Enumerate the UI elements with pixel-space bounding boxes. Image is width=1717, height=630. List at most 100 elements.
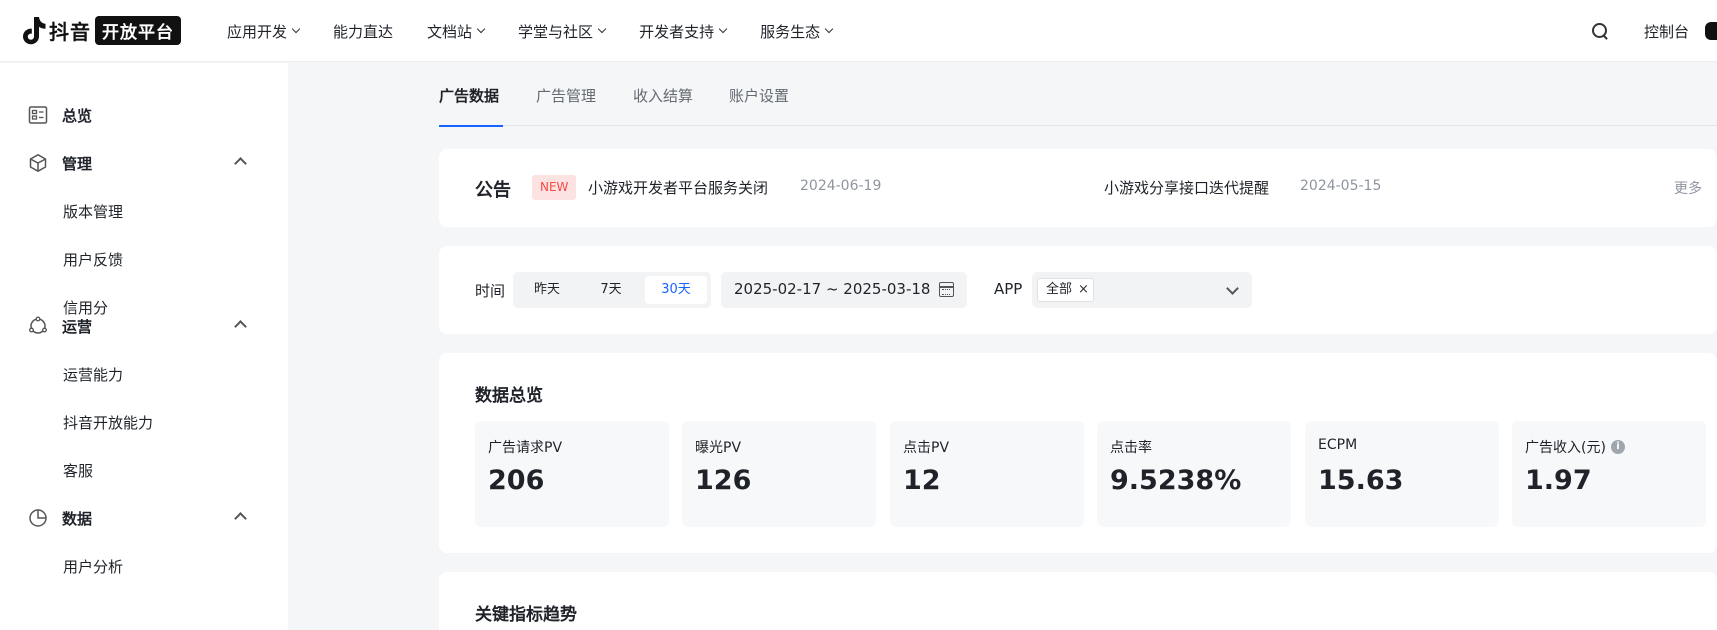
sidebar-item-douyin-open[interactable]: 抖音开放能力 bbox=[0, 398, 288, 446]
brand-badge: 开放平台 bbox=[95, 15, 181, 45]
nav-item-ecosystem[interactable]: 服务生态 bbox=[760, 21, 834, 42]
time-label: 时间 bbox=[475, 282, 506, 300]
main-nav: 应用开发 能力直达 文档站 学堂与社区 开发者支持 服务生态 bbox=[227, 0, 866, 62]
chevron-up-icon[interactable] bbox=[234, 512, 247, 525]
chevron-down-icon bbox=[291, 24, 301, 34]
nav-item-docs[interactable]: 文档站 bbox=[427, 21, 486, 42]
metric-label-with-info: 广告收入(元) i bbox=[1525, 437, 1625, 457]
chevron-up-icon[interactable] bbox=[234, 157, 247, 170]
metric-label: 点击率 bbox=[1110, 440, 1152, 456]
app-tag: 全部 × bbox=[1037, 278, 1094, 302]
calendar-icon bbox=[939, 282, 954, 297]
metric-label: 广告收入(元) bbox=[1525, 440, 1606, 456]
metric-card: ECPM 15.63 bbox=[1305, 421, 1499, 527]
chevron-down-icon bbox=[718, 24, 728, 34]
date-range-picker[interactable]: 2025-02-17 ~ 2025-03-18 bbox=[721, 272, 967, 308]
overview-title: 数据总览 bbox=[475, 386, 543, 406]
sidebar-group-label: 运营 bbox=[62, 317, 93, 336]
metric-label: 曝光PV bbox=[695, 440, 742, 456]
sidebar-item-customer-service[interactable]: 客服 bbox=[0, 446, 288, 494]
filter-card: 时间 昨天 7天 30天 2025-02-17 ~ 2025-03-18 APP… bbox=[439, 246, 1717, 334]
tab-income[interactable]: 收入结算 bbox=[633, 63, 693, 126]
metric-value: 126 bbox=[695, 465, 752, 496]
metric-label: 点击PV bbox=[903, 440, 950, 456]
douyin-logo[interactable]: 抖音 开放平台 bbox=[20, 14, 181, 46]
metric-card: 点击PV 12 bbox=[890, 421, 1084, 527]
time-range-segment: 昨天 7天 30天 bbox=[513, 272, 711, 308]
close-icon[interactable]: × bbox=[1078, 279, 1089, 301]
sidebar-item-overview[interactable]: 总览 bbox=[0, 91, 288, 139]
nav-item-capabilities[interactable]: 能力直达 bbox=[333, 21, 393, 42]
douyin-note-icon bbox=[23, 17, 46, 45]
search-icon[interactable] bbox=[1590, 21, 1610, 41]
sidebar-group-label: 管理 bbox=[62, 154, 93, 173]
metric-card: 广告收入(元) i 1.97 bbox=[1512, 421, 1706, 527]
notice-more-link[interactable]: 更多 bbox=[1674, 178, 1702, 198]
chevron-down-icon bbox=[597, 24, 607, 34]
brand-name: 抖音 bbox=[49, 19, 91, 44]
date-range-value: 2025-02-17 ~ 2025-03-18 bbox=[734, 280, 931, 298]
notice-date: 2024-06-19 bbox=[800, 178, 882, 194]
tab-ad-manage[interactable]: 广告管理 bbox=[536, 63, 596, 126]
segment-yesterday[interactable]: 昨天 bbox=[517, 276, 577, 304]
nav-item-label: 学堂与社区 bbox=[518, 22, 594, 41]
nav-item-support[interactable]: 开发者支持 bbox=[639, 21, 728, 42]
sidebar-group-data-header[interactable]: 数据 bbox=[0, 494, 288, 542]
metric-label: 广告请求PV bbox=[488, 440, 563, 456]
chevron-down-icon bbox=[824, 24, 834, 34]
trend-title: 关键指标趋势 bbox=[475, 605, 577, 625]
segment-30days[interactable]: 30天 bbox=[645, 276, 707, 304]
sidebar-item-label: 总览 bbox=[62, 106, 93, 125]
notice-title: 公告 bbox=[475, 180, 511, 201]
sidebar-group-operation-header[interactable]: 运营 bbox=[0, 302, 288, 350]
sidebar-item-operation-ability[interactable]: 运营能力 bbox=[0, 350, 288, 398]
notice-item[interactable]: 小游戏开发者平台服务关闭 bbox=[588, 177, 768, 198]
sidebar-item-feedback[interactable]: 用户反馈 bbox=[0, 235, 288, 283]
nav-item-label: 能力直达 bbox=[333, 22, 394, 41]
metric-card: 广告请求PV 206 bbox=[475, 421, 669, 527]
metric-value: 9.5238% bbox=[1110, 465, 1242, 496]
nav-item-label: 应用开发 bbox=[227, 22, 288, 41]
tab-bar: 广告数据 广告管理 收入结算 账户设置 bbox=[439, 63, 1717, 127]
pie-chart-icon bbox=[29, 509, 47, 527]
top-right-actions: 控制台 bbox=[1590, 0, 1717, 62]
chevron-down-icon bbox=[476, 24, 486, 34]
sidebar-item-version[interactable]: 版本管理 bbox=[0, 187, 288, 235]
console-link[interactable]: 控制台 bbox=[1644, 21, 1689, 42]
tab-account[interactable]: 账户设置 bbox=[729, 63, 789, 126]
sidebar-group-label: 数据 bbox=[62, 509, 93, 528]
metric-value: 1.97 bbox=[1525, 465, 1592, 496]
sidebar-group-manage-header[interactable]: 管理 bbox=[0, 139, 288, 187]
metric-value: 15.63 bbox=[1318, 465, 1404, 496]
metric-card: 点击率 9.5238% bbox=[1097, 421, 1291, 527]
cube-icon bbox=[29, 154, 47, 172]
notice-date: 2024-05-15 bbox=[1300, 178, 1382, 194]
top-navbar: 抖音 开放平台 应用开发 能力直达 文档站 学堂与社区 开发者支持 服务生态 控… bbox=[0, 0, 1717, 62]
metric-label: ECPM bbox=[1318, 437, 1358, 453]
info-icon[interactable]: i bbox=[1610, 440, 1625, 454]
notice-card: 公告 NEW 小游戏开发者平台服务关闭 2024-06-19 小游戏分享接口迭代… bbox=[439, 149, 1717, 227]
tab-ad-data[interactable]: 广告数据 bbox=[439, 63, 504, 127]
user-icon[interactable] bbox=[1705, 22, 1717, 40]
sidebar-group-data: 数据 用户分析 bbox=[0, 494, 288, 590]
metric-card: 曝光PV 126 bbox=[682, 421, 876, 527]
dashboard-icon bbox=[28, 106, 48, 124]
nav-item-app-dev[interactable]: 应用开发 bbox=[227, 21, 301, 42]
sidebar-overview[interactable]: 总览 bbox=[0, 91, 288, 139]
nav-item-academy[interactable]: 学堂与社区 bbox=[518, 21, 607, 42]
notice-item[interactable]: 小游戏分享接口迭代提醒 bbox=[1104, 177, 1269, 198]
app-select[interactable]: 全部 × bbox=[1032, 272, 1252, 308]
sidebar-group-operation: 运营 运营能力 抖音开放能力 客服 bbox=[0, 302, 288, 494]
segment-7days[interactable]: 7天 bbox=[581, 276, 641, 304]
chevron-up-icon[interactable] bbox=[234, 320, 247, 333]
app-tag-label: 全部 bbox=[1046, 282, 1073, 297]
chevron-down-icon bbox=[1226, 282, 1239, 295]
sidebar-item-user-analysis[interactable]: 用户分析 bbox=[0, 542, 288, 590]
nav-item-label: 服务生态 bbox=[760, 22, 821, 41]
nav-item-label: 文档站 bbox=[427, 22, 473, 41]
new-badge: NEW bbox=[532, 175, 577, 200]
trend-card: 关键指标趋势 bbox=[439, 572, 1717, 630]
nav-item-label: 开发者支持 bbox=[639, 22, 715, 41]
app-label: APP bbox=[994, 280, 1023, 298]
metric-value: 206 bbox=[488, 465, 545, 496]
